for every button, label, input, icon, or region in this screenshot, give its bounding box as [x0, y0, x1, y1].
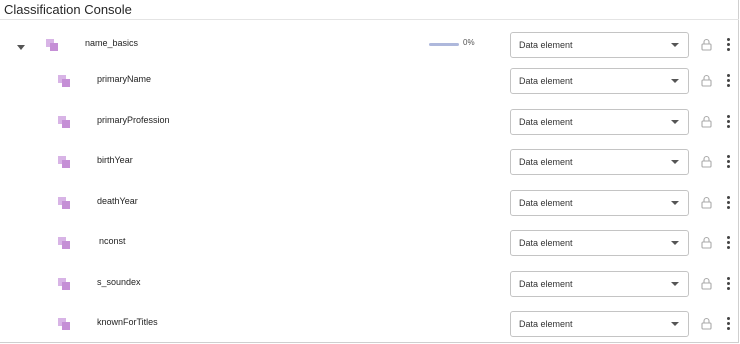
table-row: deathYear Data element: [0, 190, 739, 230]
select-value: Data element: [519, 40, 573, 50]
chevron-down-icon: [671, 201, 679, 205]
select-value: Data element: [519, 117, 573, 127]
lock-icon[interactable]: [701, 196, 712, 209]
classification-select[interactable]: Data element: [510, 32, 689, 58]
row-label: nconst: [99, 236, 126, 246]
more-vertical-icon[interactable]: [725, 74, 731, 88]
classification-select[interactable]: Data element: [510, 230, 689, 256]
more-vertical-icon[interactable]: [725, 38, 731, 52]
select-value: Data element: [519, 198, 573, 208]
lock-icon[interactable]: [701, 115, 712, 128]
lock-icon[interactable]: [701, 38, 712, 51]
select-value: Data element: [519, 157, 573, 167]
select-value: Data element: [519, 76, 573, 86]
row-label: knownForTitles: [97, 317, 158, 327]
table-row: nconst Data element: [0, 230, 739, 270]
chevron-down-icon: [671, 322, 679, 326]
chevron-down-icon: [671, 43, 679, 47]
data-asset-icon: [57, 196, 71, 210]
more-vertical-icon[interactable]: [725, 236, 731, 250]
select-value: Data element: [519, 319, 573, 329]
data-asset-icon: [57, 236, 71, 250]
lock-icon[interactable]: [701, 236, 712, 249]
chevron-down-icon: [671, 79, 679, 83]
data-asset-icon: [45, 38, 59, 52]
row-label: s_soundex: [97, 277, 141, 287]
lock-icon[interactable]: [701, 155, 712, 168]
chevron-down-icon: [671, 120, 679, 124]
more-vertical-icon[interactable]: [725, 317, 731, 331]
classification-select[interactable]: Data element: [510, 190, 689, 216]
lock-icon[interactable]: [701, 277, 712, 290]
classification-select[interactable]: Data element: [510, 271, 689, 297]
data-asset-icon: [57, 317, 71, 331]
lock-icon[interactable]: [701, 317, 712, 330]
more-vertical-icon[interactable]: [725, 115, 731, 129]
data-asset-icon: [57, 155, 71, 169]
classification-console-panel: Classification Console name_basics 0% Da…: [0, 0, 739, 343]
data-asset-icon: [57, 277, 71, 291]
classification-select[interactable]: Data element: [510, 311, 689, 337]
table-row: s_soundex Data element: [0, 271, 739, 311]
select-value: Data element: [519, 238, 573, 248]
progress-text: 0%: [463, 38, 475, 47]
select-value: Data element: [519, 279, 573, 289]
table-row: birthYear Data element: [0, 149, 739, 189]
chevron-down-icon: [671, 282, 679, 286]
table-row-parent: name_basics 0% Data element: [0, 32, 739, 72]
row-label: deathYear: [97, 196, 138, 206]
table-row: primaryName Data element: [0, 68, 739, 108]
row-label: primaryName: [97, 74, 152, 84]
classification-select[interactable]: Data element: [510, 68, 689, 94]
classification-select[interactable]: Data element: [510, 109, 689, 135]
chevron-down-icon: [671, 160, 679, 164]
divider: [0, 19, 739, 20]
row-label: primaryProfession: [97, 115, 170, 125]
data-asset-icon: [57, 115, 71, 129]
lock-icon[interactable]: [701, 74, 712, 87]
row-label: birthYear: [97, 155, 133, 165]
chevron-down-icon: [671, 241, 679, 245]
page-title: Classification Console: [4, 2, 132, 17]
progress-bar: [429, 43, 459, 46]
row-label: name_basics: [85, 38, 139, 48]
table-row: knownForTitles Data element: [0, 311, 739, 344]
more-vertical-icon[interactable]: [725, 155, 731, 169]
data-asset-icon: [57, 74, 71, 88]
classification-select[interactable]: Data element: [510, 149, 689, 175]
more-vertical-icon[interactable]: [725, 196, 731, 210]
caret-down-icon[interactable]: [17, 45, 25, 50]
table-row: primaryProfession Data element: [0, 109, 739, 149]
more-vertical-icon[interactable]: [725, 277, 731, 291]
